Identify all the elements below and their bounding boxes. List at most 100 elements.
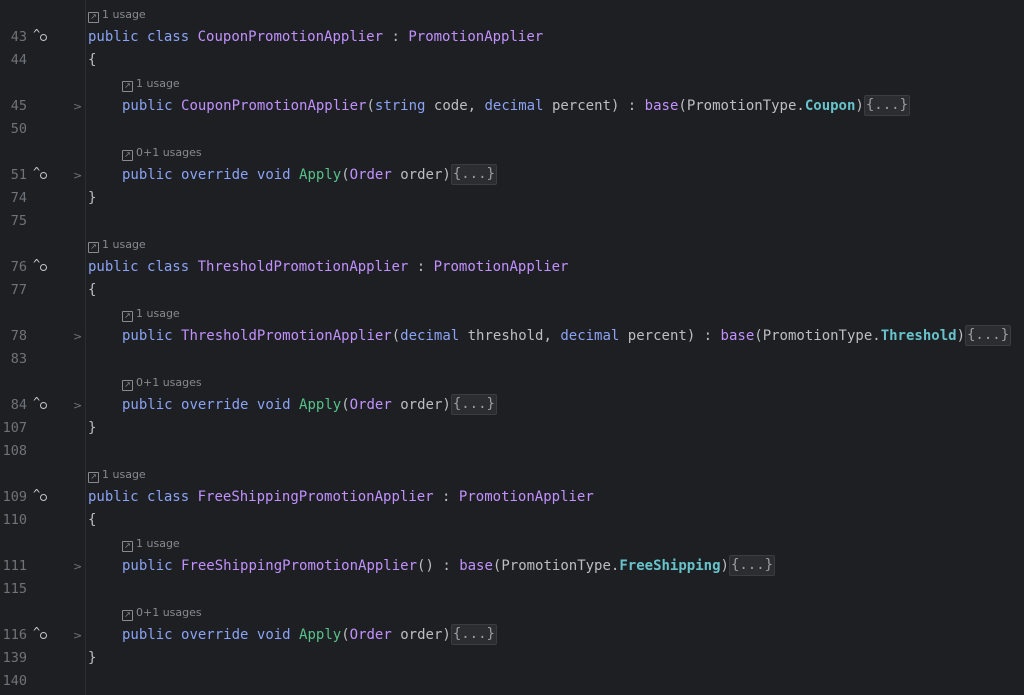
usage-text: 0+1 usages (136, 606, 202, 619)
enum-type: PromotionType (686, 98, 797, 114)
keyword: public (122, 627, 173, 643)
usage-text: 1 usage (136, 307, 180, 320)
param-type: decimal (484, 98, 544, 114)
folded-code-button[interactable]: {...} (450, 164, 497, 185)
usage-hint[interactable]: ↗ 1 usage (122, 305, 180, 322)
code-line: { (88, 49, 96, 72)
arrow-up-right-icon: ↗ (122, 541, 133, 552)
code-token: } (88, 190, 97, 206)
param-name: code (433, 98, 468, 114)
enum-member: Threshold (880, 328, 957, 344)
code-token: ( (341, 397, 350, 413)
line-number: 78 (10, 328, 27, 344)
usage-hint[interactable]: ↗ 1 usage (122, 75, 180, 92)
code-token: : (383, 29, 409, 45)
keyword: public (122, 167, 173, 183)
code-token: ( (366, 98, 375, 114)
open-brace-line: 77 { (0, 279, 1024, 302)
line-number: 139 (2, 650, 27, 666)
arrow-up-right-icon: ↗ (122, 150, 133, 161)
chevron-right-icon[interactable]: > (73, 95, 82, 118)
folded-code-button[interactable]: {...} (965, 325, 1012, 346)
blank-line: 140 (0, 670, 1024, 693)
code-line: public FreeShippingPromotionApplier() : … (122, 555, 776, 578)
method-name: Apply (299, 397, 342, 413)
chevron-right-icon[interactable]: > (73, 555, 82, 578)
param-type: Order (349, 627, 392, 643)
folded-code-button[interactable]: {...} (728, 555, 776, 576)
implementation-gutter-icon[interactable]: ^ (33, 396, 49, 412)
usage-text: 1 usage (136, 77, 180, 90)
folded-code-button[interactable]: {...} (450, 394, 497, 415)
code-line: public class CouponPromotionApplier : Pr… (88, 26, 543, 49)
usage-hint[interactable]: ↗ 1 usage (88, 236, 146, 253)
line-number: 111 (2, 558, 27, 574)
usage-hint[interactable]: ↗ 1 usage (88, 6, 146, 23)
code-line: public class ThresholdPromotionApplier :… (88, 256, 568, 279)
line-number: 51 (10, 167, 27, 183)
code-token: , (467, 98, 485, 114)
line-number: 76 (10, 259, 27, 275)
code-token: ( (341, 167, 350, 183)
method-name: Apply (299, 627, 342, 643)
usage-hint[interactable]: ↗ 1 usage (88, 466, 146, 483)
chevron-right-icon[interactable]: > (73, 394, 82, 417)
constructor-line: 111 > public FreeShippingPromotionApplier(… (0, 555, 1024, 578)
close-brace-line: 107} (0, 417, 1024, 440)
line-number: 115 (2, 581, 27, 597)
code-token: : (408, 259, 434, 275)
usage-hint-row: ↗ 1 usage (0, 532, 1024, 555)
blank-line: 50 (0, 118, 1024, 141)
param-name: percent (551, 98, 611, 114)
usage-hint-row: ↗ 0+1 usages (0, 601, 1024, 624)
usage-hint[interactable]: ↗ 1 usage (122, 535, 180, 552)
arrow-up-right-icon: ↗ (122, 610, 133, 621)
implementation-gutter-icon[interactable]: ^ (33, 258, 49, 274)
implementation-gutter-icon[interactable]: ^ (33, 166, 49, 182)
code-line: } (88, 647, 96, 670)
code-token: . (796, 98, 805, 114)
implementation-gutter-icon[interactable]: ^ (33, 28, 49, 44)
class-declaration-line: 109 ^ public class FreeShippingPromotionAp… (0, 486, 1024, 509)
base-call: base (644, 98, 679, 114)
code-line: public override void Apply(Order order){… (122, 624, 497, 647)
usage-text: 1 usage (102, 238, 146, 251)
usage-hint[interactable]: ↗ 0+1 usages (122, 144, 202, 161)
line-number: 83 (10, 351, 27, 367)
implementation-gutter-icon[interactable]: ^ (33, 626, 49, 642)
base-class-name: PromotionApplier (408, 29, 544, 45)
line-number: 116 (2, 627, 27, 643)
code-editor[interactable]: ↗ 1 usage 43 ^ public class CouponPromotionA… (0, 0, 1024, 695)
folded-code-button[interactable]: {...} (863, 95, 911, 116)
code-token: ( (341, 627, 350, 643)
folded-code-button[interactable]: {...} (450, 624, 497, 645)
code-token: { (88, 512, 97, 528)
usage-hint[interactable]: ↗ 0+1 usages (122, 604, 202, 621)
code-token: ) (442, 167, 451, 183)
usage-text: 1 usage (102, 468, 146, 481)
keyword: public (88, 29, 139, 45)
keyword: override (181, 627, 249, 643)
blank-line: 115 (0, 578, 1024, 601)
keyword: void (256, 627, 291, 643)
line-number: 45 (10, 98, 27, 114)
keyword: public (88, 489, 139, 505)
usage-hint-row: ↗ 1 usage (0, 302, 1024, 325)
base-class-name: PromotionApplier (458, 489, 594, 505)
chevron-right-icon[interactable]: > (73, 624, 82, 647)
circle-icon (40, 402, 47, 409)
implementation-gutter-icon[interactable]: ^ (33, 488, 49, 504)
constructor-line: 45 > public CouponPromotionApplier(string … (0, 95, 1024, 118)
circle-icon (40, 494, 47, 501)
usage-text: 1 usage (102, 8, 146, 21)
code-token: ) (442, 397, 451, 413)
code-line: { (88, 509, 96, 532)
code-token: ) : (686, 328, 721, 344)
circle-icon (40, 172, 47, 179)
usage-hint[interactable]: ↗ 0+1 usages (122, 374, 202, 391)
enum-member: FreeShipping (619, 558, 721, 574)
chevron-right-icon[interactable]: > (73, 325, 82, 348)
chevron-right-icon[interactable]: > (73, 164, 82, 187)
code-token: , (543, 328, 561, 344)
constructor-name: FreeShippingPromotionApplier (181, 558, 418, 574)
